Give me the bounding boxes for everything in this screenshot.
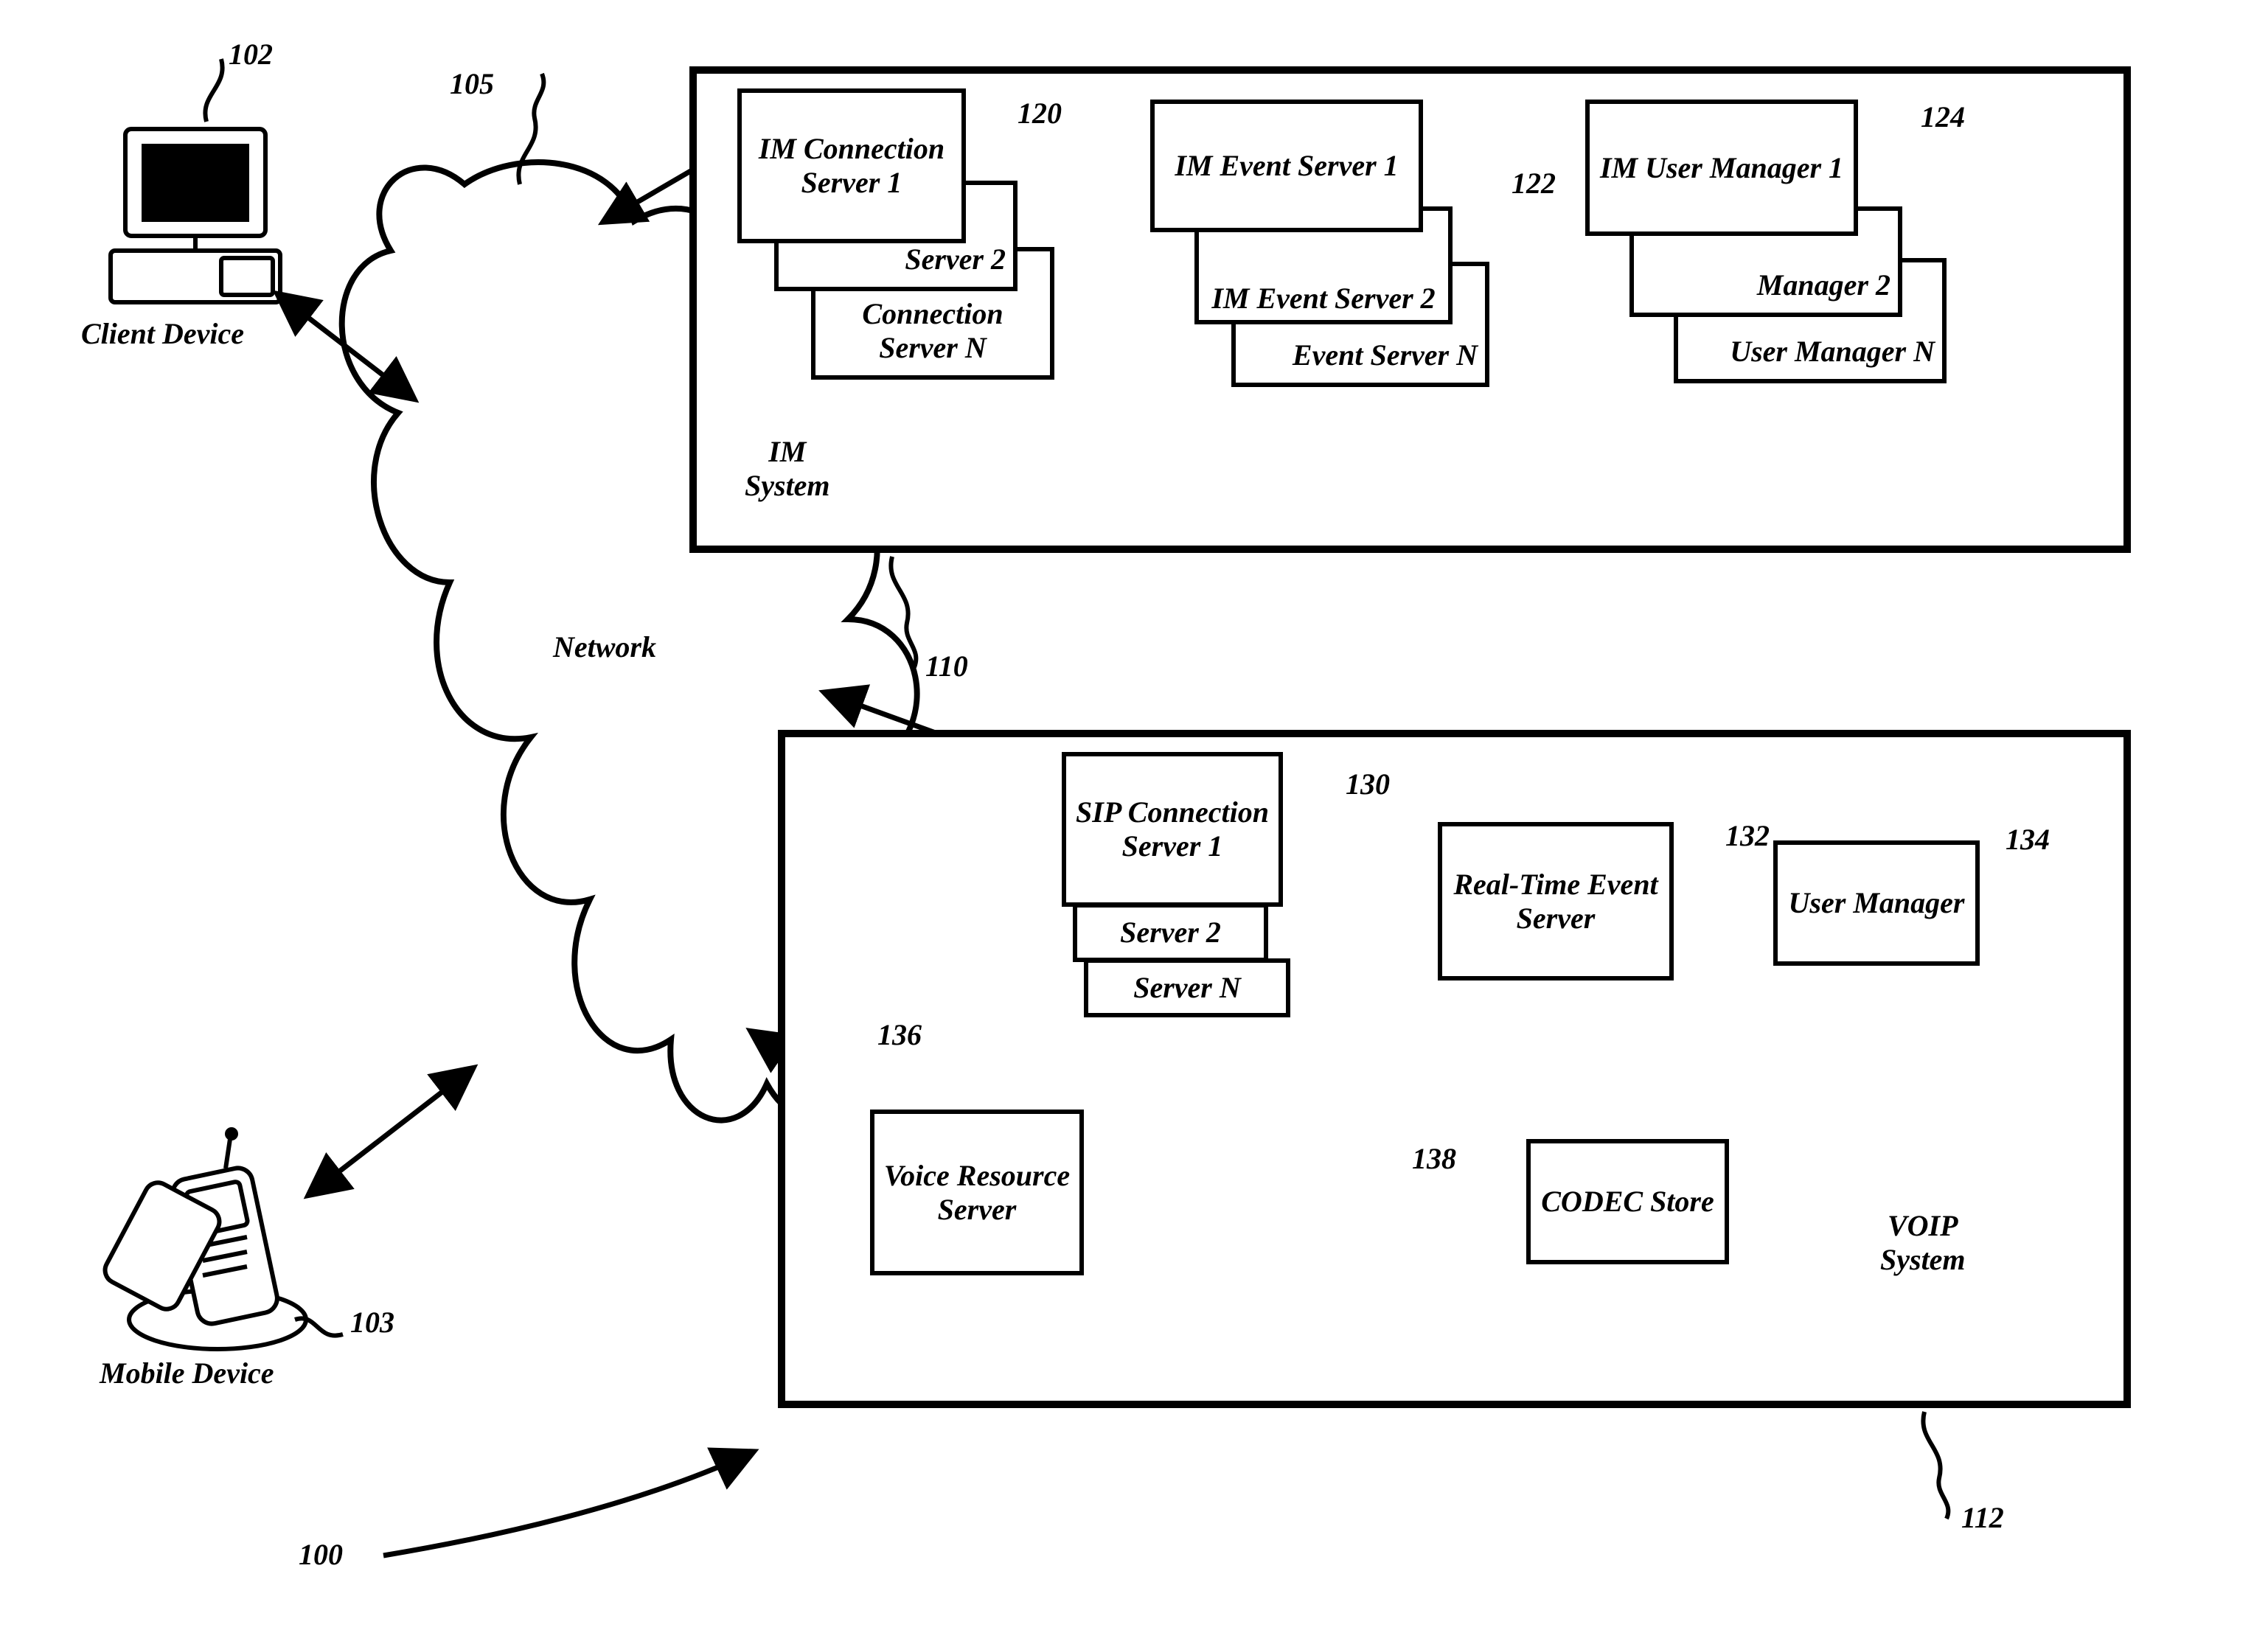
sip-server-2: Server 2: [1073, 903, 1268, 962]
im-conn-2-label: Server 2: [905, 243, 1006, 276]
ref-110: 110: [925, 649, 968, 683]
im-system-label: IM System: [745, 435, 830, 503]
ref-103: 103: [350, 1305, 394, 1340]
im-um-1-label: IM User Manager 1: [1600, 151, 1843, 185]
ref-120: 120: [1018, 96, 1062, 130]
ref-105: 105: [450, 66, 494, 101]
real-time-event-server: Real-Time Event Server: [1438, 822, 1674, 981]
ref-132: 132: [1725, 818, 1770, 853]
ref-102: 102: [229, 37, 273, 72]
im-evt-1-label: IM Event Server 1: [1175, 149, 1398, 183]
sip-2-label: Server 2: [1120, 916, 1221, 950]
codec-label: CODEC Store: [1541, 1185, 1714, 1219]
sip-server-n: Server N: [1084, 958, 1290, 1017]
im-um-n-label: User Manager N: [1730, 335, 1935, 369]
im-event-server-1: IM Event Server 1: [1150, 100, 1423, 232]
im-user-mgr-1: IM User Manager 1: [1585, 100, 1858, 236]
ref-122: 122: [1512, 166, 1556, 201]
vrs-label: Voice Resource Server: [882, 1159, 1072, 1227]
mobile-device-label: Mobile Device: [100, 1356, 274, 1390]
ref-134: 134: [2006, 822, 2050, 857]
ref-138: 138: [1412, 1141, 1456, 1176]
client-device-icon: [111, 129, 280, 302]
ref-100: 100: [299, 1537, 343, 1572]
codec-store: CODEC Store: [1526, 1139, 1729, 1264]
im-um-2-label: Manager 2: [1757, 268, 1890, 302]
ref-112: 112: [1961, 1500, 2004, 1535]
sip-n-label: Server N: [1133, 971, 1241, 1005]
ref-136: 136: [877, 1017, 922, 1052]
sip-server-1: SIP Connection Server 1: [1062, 752, 1283, 907]
ref-130: 130: [1346, 767, 1390, 801]
im-conn-server-1: IM Connection Server 1: [737, 88, 966, 243]
im-evt-2-label: IM Event Server 2: [1211, 282, 1435, 316]
im-conn-n-label: Connection Server N: [823, 297, 1043, 365]
im-conn-1-label: IM Connection Server 1: [749, 132, 954, 200]
voip-user-manager: User Manager: [1773, 840, 1980, 966]
client-device-label: Client Device: [81, 317, 244, 351]
voip-system-label: VOIP System: [1880, 1209, 1966, 1277]
rtes-label: Real-Time Event Server: [1450, 868, 1662, 936]
mobile-device-icon: [100, 1129, 306, 1349]
network-label: Network: [553, 630, 656, 664]
voice-resource-server: Voice Resource Server: [870, 1110, 1084, 1275]
voip-um-label: User Manager: [1789, 886, 1965, 920]
sip-1-label: SIP Connection Server 1: [1074, 795, 1271, 863]
diagram-stage: Connection Server N Server 2 IM Connecti…: [0, 0, 2268, 1644]
ref-124: 124: [1921, 100, 1965, 134]
im-evt-n-label: Event Server N: [1293, 338, 1478, 372]
